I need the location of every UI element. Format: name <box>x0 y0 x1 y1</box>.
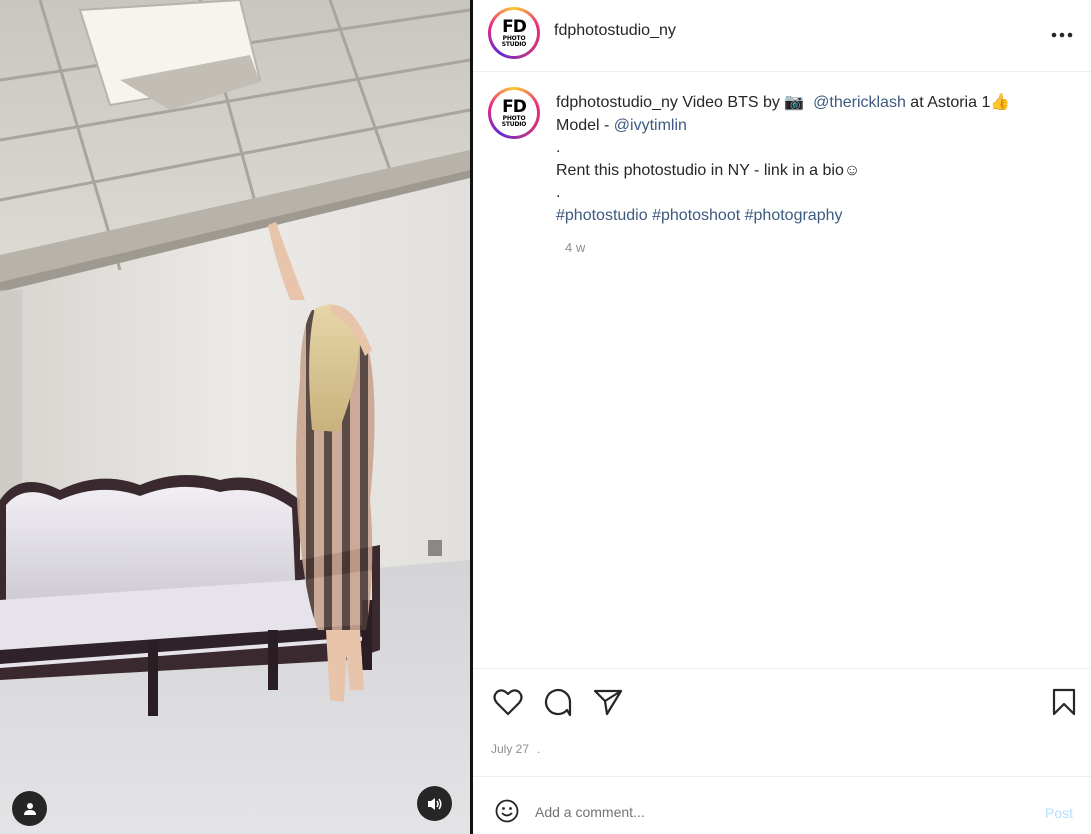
post-caption: fdphotostudio_ny Video BTS by 📷 @therick… <box>556 92 1076 227</box>
mention-ivytimlin[interactable]: @ivytimlin <box>614 117 687 134</box>
camera-emoji: 📷 <box>784 94 805 111</box>
caption-age: 4 w <box>565 240 586 255</box>
comment-bar: Post <box>473 776 1091 834</box>
share-icon <box>593 689 623 716</box>
share-button[interactable] <box>593 687 623 717</box>
avatar-logo-fd: FD <box>502 96 527 117</box>
action-bar <box>473 668 1091 734</box>
caption-avatar[interactable]: FD PHOTO STUDIO <box>488 87 540 139</box>
post-header: FD PHOTO STUDIO fdphotostudio_ny <box>473 0 1091 72</box>
speaker-icon <box>427 797 441 810</box>
avatar[interactable]: FD PHOTO STUDIO <box>488 7 540 59</box>
post-comment-button[interactable]: Post <box>1045 805 1073 821</box>
hashtag-photography[interactable]: #photography <box>745 207 843 224</box>
hashtag-photostudio[interactable]: #photostudio <box>556 207 648 224</box>
user-tag-icon <box>23 802 36 815</box>
caption-line-2: Model - @ivytimlin <box>556 115 1076 138</box>
comment-icon <box>544 688 572 717</box>
thumbs-up-emoji: 👍 <box>990 94 1011 111</box>
post-details-panel: FD PHOTO STUDIO fdphotostudio_ny FD PHOT… <box>473 0 1091 834</box>
hashtag-photoshoot[interactable]: #photoshoot <box>652 207 740 224</box>
emoji-button[interactable] <box>495 799 521 825</box>
video-frame <box>0 0 470 834</box>
emoji-icon <box>495 799 519 823</box>
avatar-logo-fd: FD <box>502 16 527 37</box>
mention-thericklash[interactable]: @thericklash <box>813 94 906 111</box>
post-date[interactable]: July 27. <box>491 742 540 756</box>
caption-hashtags: #photostudio #photoshoot #photography <box>556 205 1076 228</box>
caption-line-rent: Rent this photostudio in NY - link in a … <box>556 160 1076 183</box>
more-options-button[interactable] <box>1049 22 1075 48</box>
caption-dot-1: . <box>556 139 561 156</box>
comment-button[interactable] <box>543 687 573 717</box>
model-prefix: Model - <box>556 116 614 134</box>
post-media-video[interactable] <box>0 0 470 834</box>
bookmark-icon <box>1052 688 1076 716</box>
header-username[interactable]: fdphotostudio_ny <box>554 22 676 40</box>
avatar-logo-studio: STUDIO <box>501 40 527 48</box>
like-button[interactable] <box>493 687 523 717</box>
mute-toggle-button[interactable] <box>417 786 452 821</box>
tagged-user-button[interactable] <box>12 791 47 826</box>
comment-input[interactable] <box>535 801 1015 823</box>
rent-text: Rent this photostudio in NY - link in a … <box>556 161 844 179</box>
more-options-icon <box>1051 32 1073 38</box>
caption-username[interactable]: fdphotostudio_ny <box>556 94 678 111</box>
caption-location: at Astoria 1 <box>905 94 991 111</box>
caption-dot-2: . <box>556 184 561 201</box>
post-date-text: July 27 <box>491 742 530 756</box>
caption-line-1: fdphotostudio_ny Video BTS by 📷 @therick… <box>556 92 1076 115</box>
avatar-logo-studio: STUDIO <box>501 120 527 128</box>
caption-intro: Video BTS by <box>677 94 785 111</box>
smile-emoji: ☺ <box>843 161 861 179</box>
heart-icon <box>493 689 523 716</box>
post-date-suffix: . <box>537 742 541 756</box>
save-button[interactable] <box>1049 687 1079 717</box>
